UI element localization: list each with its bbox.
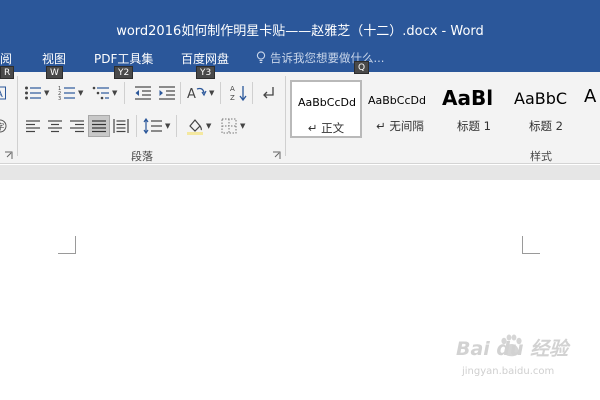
align-left-icon[interactable]: [22, 115, 44, 137]
style-heading-2[interactable]: AaBbC 标题 2: [510, 80, 582, 138]
keytip-tell-me: Q: [354, 61, 370, 74]
justify-icon[interactable]: [88, 115, 110, 137]
borders-dropdown-icon[interactable]: ▼: [240, 122, 245, 130]
group-separator: [176, 115, 177, 137]
style-normal-preview: AaBbCcDd: [298, 96, 356, 109]
style-no-spacing-preview: AaBbCcDd: [368, 94, 426, 107]
font-launcher-icon[interactable]: [4, 151, 13, 160]
line-spacing-icon[interactable]: [142, 115, 164, 137]
style-heading-1[interactable]: AaBl 标题 1: [438, 80, 510, 138]
chinese-layout-icon[interactable]: A: [186, 82, 208, 104]
tab-pdf-tools[interactable]: PDF工具集: [94, 50, 153, 67]
svg-text:3: 3: [58, 96, 61, 101]
watermark-url: jingyan.baidu.com: [462, 366, 555, 377]
keytip-baidu-netdisk: Y3: [196, 66, 216, 79]
style-title[interactable]: A: [582, 80, 600, 138]
svg-text:A: A: [187, 87, 196, 101]
style-heading-2-preview: AaBbC: [514, 89, 568, 108]
svg-text:A: A: [0, 89, 3, 100]
tab-view[interactable]: 视图: [42, 50, 66, 67]
document-gap: [0, 165, 600, 180]
shading-icon[interactable]: [184, 115, 206, 137]
distributed-icon[interactable]: [110, 115, 132, 137]
decrease-indent-icon[interactable]: [132, 82, 154, 104]
group-separator: [17, 76, 18, 156]
center-icon[interactable]: [44, 115, 66, 137]
style-no-spacing[interactable]: AaBbCcDd ↵ 无间隔: [364, 80, 436, 138]
crop-mark-left: [58, 236, 76, 254]
style-heading-1-preview: AaBl: [442, 86, 494, 110]
numbering-icon[interactable]: 123: [56, 82, 78, 104]
lightbulb-icon: [256, 51, 266, 64]
show-marks-icon[interactable]: [258, 82, 280, 104]
sort-icon[interactable]: AZ: [228, 82, 250, 104]
multilevel-dropdown-icon[interactable]: ▼: [112, 89, 117, 97]
enclose-char-icon[interactable]: 字: [0, 115, 8, 137]
svg-text:字: 字: [0, 122, 5, 132]
numbering-dropdown-icon[interactable]: ▼: [78, 89, 83, 97]
multilevel-list-icon[interactable]: [90, 82, 112, 104]
style-normal-name: ↵ 正文: [307, 121, 345, 135]
tab-review[interactable]: 阅: [0, 50, 12, 67]
borders-icon[interactable]: [218, 115, 240, 137]
paragraph-group-label: 段落: [131, 150, 153, 163]
style-title-preview: A: [584, 86, 597, 107]
style-heading-1-name: 标题 1: [457, 119, 491, 133]
ribbon-tabs: 阅 视图 PDF工具集 百度网盘 R W Y2 Y3 Q 告诉我您想要做什么..…: [0, 44, 600, 79]
line-spacing-dropdown-icon[interactable]: ▼: [165, 122, 170, 130]
font-color-icon[interactable]: A: [0, 82, 8, 104]
paragraph-launcher-icon[interactable]: [272, 151, 281, 160]
window-title: word2016如何制作明星卡贴——赵雅芝（十二）.docx - Word: [116, 24, 484, 39]
keytip-pdf-tools: Y2: [114, 66, 134, 79]
watermark-brand: Bai du 经验: [456, 338, 569, 360]
bullets-dropdown-icon[interactable]: ▼: [44, 89, 49, 97]
svg-text:Z: Z: [230, 94, 235, 102]
baidu-watermark: Bai du 经验 jingyan.baidu.com: [456, 334, 596, 386]
style-no-spacing-name: ↵ 无间隔: [376, 119, 424, 133]
style-normal[interactable]: AaBbCcDd ↵ 正文: [290, 80, 362, 138]
group-separator: [285, 76, 286, 156]
align-right-icon[interactable]: [66, 115, 88, 137]
keytip-review: R: [0, 66, 15, 79]
group-separator: [252, 82, 253, 104]
crop-mark-right: [522, 236, 540, 254]
tab-baidu-netdisk[interactable]: 百度网盘: [181, 50, 229, 67]
title-bar: word2016如何制作明星卡贴——赵雅芝（十二）.docx - Word: [0, 0, 600, 44]
style-heading-2-name: 标题 2: [529, 119, 563, 133]
svg-text:A: A: [230, 85, 235, 93]
keytip-view: W: [46, 66, 63, 79]
styles-gallery: AaBbCcDd ↵ 正文 AaBbCcDd ↵ 无间隔 AaBl 标题 1 A…: [290, 80, 600, 140]
group-separator: [136, 115, 137, 137]
ribbon: A 字 ▼ 123 ▼ ▼ A ▼ AZ: [0, 72, 600, 164]
shading-dropdown-icon[interactable]: ▼: [206, 122, 211, 130]
increase-indent-icon[interactable]: [156, 82, 178, 104]
bullets-icon[interactable]: [22, 82, 44, 104]
group-separator: [180, 82, 181, 104]
document-page[interactable]: Bai du 经验 jingyan.baidu.com: [0, 180, 600, 400]
chinese-layout-dropdown-icon[interactable]: ▼: [209, 89, 214, 97]
group-separator: [124, 82, 125, 104]
styles-group-label: 样式: [530, 150, 552, 163]
group-separator: [220, 82, 221, 104]
